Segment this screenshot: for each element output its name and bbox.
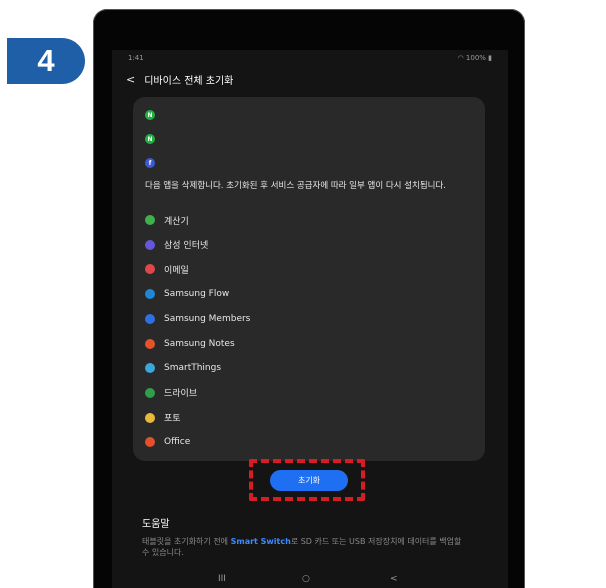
page-title: 디바이스 전체 초기화: [144, 75, 234, 87]
app-list-item: 계산기: [145, 213, 189, 227]
calculator-icon: [145, 215, 155, 225]
drive-icon: [145, 387, 155, 398]
app-list-item-label: 계산기: [164, 216, 189, 227]
status-time: 1:41: [128, 54, 144, 62]
email-icon: [145, 264, 155, 275]
app-list-item: SmartThings: [145, 361, 221, 375]
app-list-item-label: 이메일: [164, 265, 189, 276]
app-list-item: Samsung Members: [145, 312, 250, 326]
flow-icon: [145, 289, 155, 300]
app-list-card[interactable]: N N f 다음 앱을 삭제합니다. 초기화된 후 서비스 공급자에 따라 일부…: [133, 97, 485, 461]
app-list-item-label: 삼성 인터넷: [164, 241, 209, 252]
help-title: 도움말: [142, 519, 170, 530]
app-list-item-label: Office: [164, 437, 191, 448]
app-list-item: Office: [145, 435, 190, 449]
naver-icon: N: [145, 134, 155, 144]
app-list-item: Samsung Notes: [145, 337, 235, 351]
app-list-item: 포토: [145, 411, 181, 425]
battery-icon: ▮: [485, 54, 492, 62]
wifi-icon: ◠: [457, 54, 466, 62]
app-list-item: 드라이브: [145, 386, 197, 400]
back-button[interactable]: <: [390, 574, 398, 584]
navigation-bar: III ○ <: [112, 572, 508, 588]
app-list-item-label: SmartThings: [164, 363, 222, 374]
app-list-item: 삼성 인터넷: [145, 238, 208, 252]
smart-switch-link[interactable]: Smart Switch: [231, 537, 291, 546]
internet-icon: [145, 239, 155, 250]
naver-icon: N: [145, 110, 155, 120]
tablet-screen: 1:41 ◠ 100% ▮ < 디바이스 전체 초기화 N N f 다음 앱을 …: [112, 50, 508, 588]
back-arrow-icon[interactable]: <: [126, 73, 135, 86]
step-number-badge: 4: [7, 38, 85, 84]
app-list-item-label: Samsung Flow: [164, 289, 230, 300]
status-right: ◠ 100% ▮: [458, 54, 492, 62]
facebook-icon: f: [145, 158, 155, 168]
screen-header: < 디바이스 전체 초기화: [126, 70, 233, 88]
recents-button[interactable]: III: [218, 574, 226, 584]
members-icon: [145, 313, 155, 324]
photos-icon: [145, 412, 155, 423]
app-list-item-label: Samsung Members: [164, 313, 251, 324]
preinstalled-app-row: f: [145, 156, 164, 170]
home-button[interactable]: ○: [302, 574, 310, 584]
preinstalled-app-row: N: [145, 108, 164, 122]
smartthings-icon: [145, 363, 155, 374]
app-list-item-label: 포토: [164, 414, 181, 425]
help-text: 태블릿을 초기화하기 전에 Smart Switch로 SD 카드 또는 USB…: [142, 536, 462, 558]
app-list-item-label: 드라이브: [164, 389, 198, 400]
app-list-item: Samsung Flow: [145, 287, 229, 301]
status-bar: 1:41 ◠ 100% ▮: [128, 54, 492, 66]
office-icon: [145, 437, 155, 448]
app-list-item-label: Samsung Notes: [164, 338, 235, 349]
delete-notice-text: 다음 앱을 삭제합니다. 초기화된 후 서비스 공급자에 따라 일부 앱이 다시…: [145, 181, 447, 191]
reset-button[interactable]: 초기화: [270, 470, 348, 491]
preinstalled-app-row: N: [145, 132, 164, 146]
battery-text: 100%: [465, 54, 486, 62]
app-list-item: 이메일: [145, 262, 189, 276]
notes-icon: [145, 338, 155, 349]
help-text-start: 태블릿을 초기화하기 전에: [142, 537, 231, 546]
